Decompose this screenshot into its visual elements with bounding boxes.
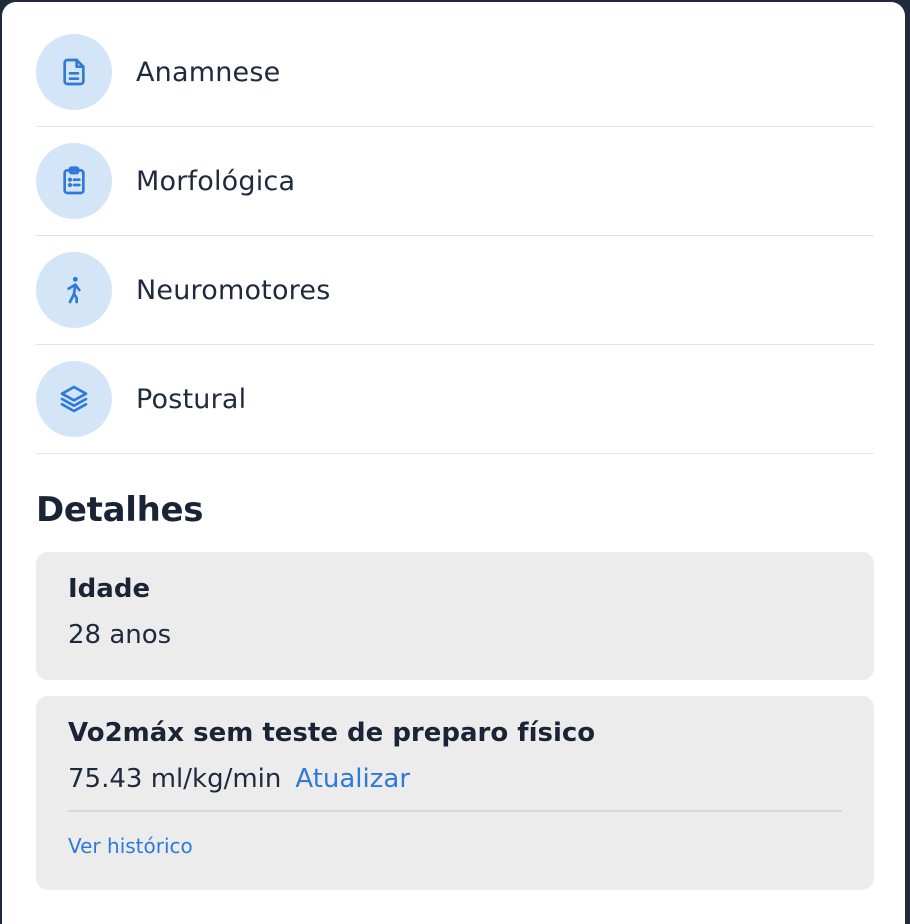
- anamnese-icon-badge: [36, 34, 112, 110]
- postural-icon-badge: [36, 361, 112, 437]
- details-title: Detalhes: [36, 490, 204, 530]
- vo2max-value: 75.43 ml/kg/min: [68, 764, 282, 794]
- neuromotores-icon-badge: [36, 252, 112, 328]
- walking-person-icon: [67, 276, 81, 304]
- panel-content: Anamnese Morfológica Neuromotores Postur…: [36, 2, 874, 890]
- menu-item-neuromotores[interactable]: Neuromotores: [36, 236, 874, 345]
- assessment-menu: Anamnese Morfológica Neuromotores Postur…: [36, 2, 874, 454]
- age-card: Idade 28 anos: [36, 552, 874, 680]
- view-history-link[interactable]: Ver histórico: [68, 834, 842, 858]
- menu-item-label: Postural: [136, 383, 247, 415]
- menu-item-anamnese[interactable]: Anamnese: [36, 2, 874, 127]
- menu-item-label: Anamnese: [136, 56, 281, 88]
- menu-item-label: Morfológica: [136, 165, 296, 197]
- update-link[interactable]: Atualizar: [295, 764, 410, 794]
- assessment-panel: Anamnese Morfológica Neuromotores Postur…: [2, 2, 905, 924]
- menu-item-label: Neuromotores: [136, 274, 331, 306]
- menu-item-postural[interactable]: Postural: [36, 345, 874, 454]
- age-value: 28 anos: [68, 620, 172, 650]
- card-divider: [68, 810, 842, 812]
- morfologica-icon-badge: [36, 143, 112, 219]
- clipboard-list-icon: [63, 166, 85, 195]
- vo2max-label: Vo2máx sem teste de preparo físico: [68, 718, 596, 748]
- menu-item-morfologica[interactable]: Morfológica: [36, 127, 874, 236]
- vo2max-card: Vo2máx sem teste de preparo físico 75.43…: [36, 696, 874, 890]
- age-label: Idade: [68, 574, 151, 604]
- vo2max-value-row: 75.43 ml/kg/min Atualizar: [68, 764, 842, 794]
- layers-icon: [60, 385, 88, 413]
- document-icon: [63, 58, 85, 86]
